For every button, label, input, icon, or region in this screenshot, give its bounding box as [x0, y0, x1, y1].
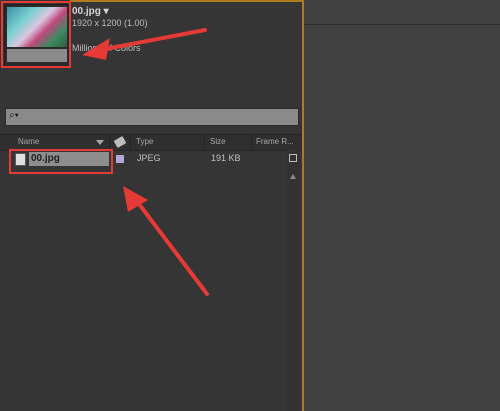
column-divider[interactable]: [251, 135, 252, 150]
sort-down-icon[interactable]: [96, 140, 104, 145]
column-header-frame-rate[interactable]: Frame R...: [256, 137, 294, 146]
file-size: 191 KB: [211, 153, 241, 163]
composition-panel-divider: [304, 24, 500, 25]
label-tag-icon[interactable]: [113, 136, 127, 148]
column-header-size[interactable]: Size: [210, 137, 226, 146]
panel-focus-strip: [70, 0, 302, 2]
flowchart-icon[interactable]: [289, 154, 297, 162]
thumbnail-highlight-box: [1, 1, 71, 68]
preview-colors: Millions of Colors: [72, 43, 141, 53]
column-divider[interactable]: [109, 135, 110, 150]
label-color-swatch[interactable]: [116, 155, 124, 163]
preview-dimensions: 1920 x 1200 (1.00): [72, 18, 148, 28]
search-input[interactable]: ⌕▾: [5, 108, 299, 126]
preview-file-title[interactable]: 00.jpg ▾: [72, 6, 109, 17]
column-header-name[interactable]: Name: [18, 137, 39, 146]
scroll-up-icon[interactable]: [290, 174, 296, 179]
vertical-scrollbar[interactable]: [286, 150, 300, 411]
search-icon[interactable]: ⌕▾: [9, 110, 19, 121]
column-header-type[interactable]: Type: [136, 137, 153, 146]
column-divider[interactable]: [130, 135, 131, 150]
composition-panel: [304, 0, 500, 411]
file-type: JPEG: [137, 153, 161, 163]
file-row-highlight-box: [9, 149, 113, 174]
column-divider[interactable]: [204, 135, 205, 150]
